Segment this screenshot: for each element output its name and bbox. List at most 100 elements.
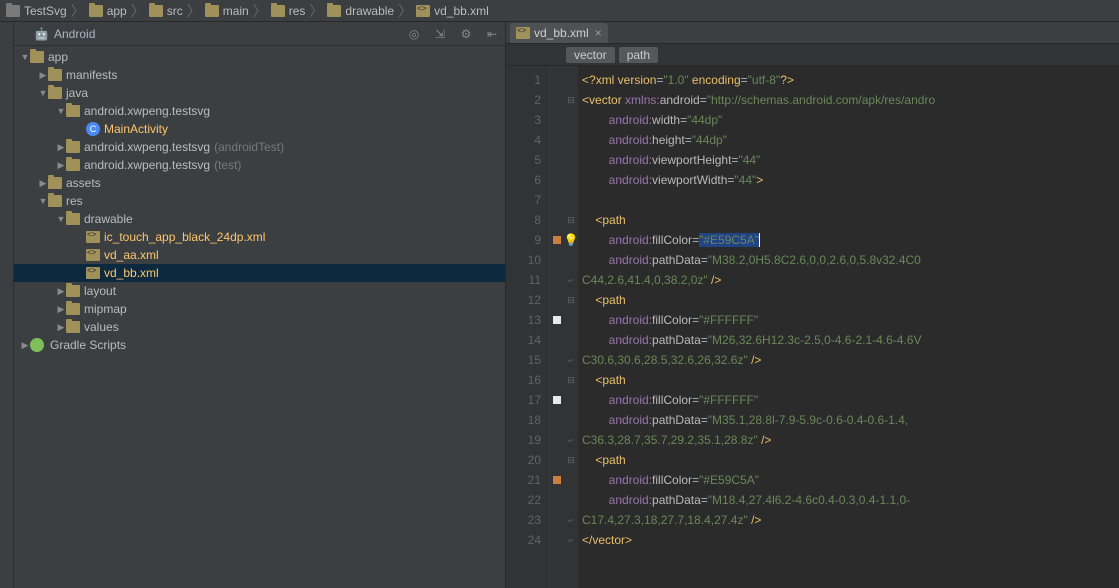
fold-toggle[interactable]: ⊟ xyxy=(564,90,578,110)
chevron-right-icon: 〉 xyxy=(185,1,203,21)
class-icon: C xyxy=(86,122,100,136)
breadcrumb-item[interactable]: TestSvg xyxy=(4,4,69,18)
chevron-right-icon: ▶ xyxy=(56,286,66,297)
folder-icon xyxy=(66,321,80,333)
folder-icon xyxy=(66,285,80,297)
tree-node-values[interactable]: ▶values xyxy=(14,318,505,336)
fold-end: ⌐ xyxy=(564,510,578,530)
gear-icon[interactable]: ⚙ xyxy=(457,25,475,43)
xml-file-icon xyxy=(416,5,430,17)
breadcrumb-item-active[interactable]: vd_bb.xml xyxy=(414,4,491,18)
fold-toggle[interactable]: ⊟ xyxy=(564,450,578,470)
folder-icon xyxy=(48,195,62,207)
folder-icon xyxy=(89,5,103,17)
chevron-right-icon: ▶ xyxy=(38,70,48,81)
tree-node-manifests[interactable]: ▶manifests xyxy=(14,66,505,84)
fold-end: ⌐ xyxy=(564,350,578,370)
xml-file-icon xyxy=(516,27,530,39)
folder-icon xyxy=(48,177,62,189)
xml-file-icon xyxy=(86,249,100,261)
project-view-selector[interactable]: Android xyxy=(54,27,95,41)
tree-node-package[interactable]: ▼android.xwpeng.testsvg xyxy=(14,102,505,120)
tree-node-gradle[interactable]: ▶Gradle Scripts xyxy=(14,336,505,354)
close-icon[interactable]: × xyxy=(595,26,602,40)
chevron-right-icon: ▶ xyxy=(56,322,66,333)
xml-file-icon xyxy=(86,231,100,243)
folder-icon xyxy=(48,69,62,81)
editor-area: vd_bb.xml× vector path 12345678910111213… xyxy=(506,22,1119,588)
chevron-right-icon: ▶ xyxy=(38,178,48,189)
fold-end: ⌐ xyxy=(564,530,578,550)
collapse-icon[interactable]: ⇲ xyxy=(431,25,449,43)
tree-node-app[interactable]: ▼app xyxy=(14,48,505,66)
tree-node-res[interactable]: ▼res xyxy=(14,192,505,210)
folder-icon xyxy=(66,303,80,315)
color-swatch-icon[interactable] xyxy=(553,476,561,484)
tree-node-assets[interactable]: ▶assets xyxy=(14,174,505,192)
project-panel: 🤖 Android ◎ ⇲ ⚙ ⇤ ▼app ▶manifests ▼java … xyxy=(14,22,506,588)
fold-end: ⌐ xyxy=(564,270,578,290)
tree-node-java[interactable]: ▼java xyxy=(14,84,505,102)
chevron-right-icon: 〉 xyxy=(251,1,269,21)
folder-icon xyxy=(48,87,62,99)
color-swatch-icon[interactable] xyxy=(553,236,561,244)
hide-icon[interactable]: ⇤ xyxy=(483,25,501,43)
folder-icon xyxy=(205,5,219,17)
color-swatch-icon[interactable] xyxy=(553,396,561,404)
breadcrumb-item[interactable]: drawable xyxy=(325,4,396,18)
bulb-icon[interactable]: 💡 xyxy=(564,230,579,250)
xml-file-icon xyxy=(86,267,100,279)
color-swatch-icon[interactable] xyxy=(553,316,561,324)
target-icon[interactable]: ◎ xyxy=(405,25,423,43)
tree-node-file[interactable]: vd_aa.xml xyxy=(14,246,505,264)
xml-crumb[interactable]: path xyxy=(619,47,658,63)
folder-icon xyxy=(6,5,20,17)
code-editor[interactable]: 123456789101112131415161718192021222324 … xyxy=(506,66,1119,588)
breadcrumb-item[interactable]: app xyxy=(87,4,129,18)
tree-node-class[interactable]: CMainActivity xyxy=(14,120,505,138)
tree-node-mipmap[interactable]: ▶mipmap xyxy=(14,300,505,318)
folder-icon xyxy=(271,5,285,17)
folder-icon xyxy=(30,51,44,63)
breadcrumb-item[interactable]: src xyxy=(147,4,185,18)
gradle-icon xyxy=(30,338,44,352)
xml-crumb[interactable]: vector xyxy=(566,47,615,63)
chevron-right-icon: ▶ xyxy=(56,160,66,171)
breadcrumb: TestSvg〉 app〉 src〉 main〉 res〉 drawable〉 … xyxy=(0,0,1119,22)
breadcrumb-item[interactable]: main xyxy=(203,4,251,18)
tree-node-file[interactable]: ic_touch_app_black_24dp.xml xyxy=(14,228,505,246)
chevron-down-icon: ▼ xyxy=(20,52,30,62)
chevron-right-icon: 〉 xyxy=(307,1,325,21)
fold-toggle[interactable]: ⊟ xyxy=(564,290,578,310)
tree-node-drawable[interactable]: ▼drawable xyxy=(14,210,505,228)
tree-node-package[interactable]: ▶android.xwpeng.testsvg(androidTest) xyxy=(14,138,505,156)
structure-breadcrumb: vector path xyxy=(506,44,1119,66)
folder-icon xyxy=(327,5,341,17)
folder-icon xyxy=(66,159,80,171)
tree-node-file-selected[interactable]: vd_bb.xml xyxy=(14,264,505,282)
marker-gutter xyxy=(550,66,564,588)
tree-node-layout[interactable]: ▶layout xyxy=(14,282,505,300)
chevron-down-icon: ▼ xyxy=(38,88,48,98)
code-content[interactable]: <?xml version="1.0" encoding="utf-8"?> <… xyxy=(578,66,1119,588)
chevron-down-icon: ▼ xyxy=(56,214,66,224)
chevron-right-icon: ▶ xyxy=(56,142,66,153)
folder-icon xyxy=(66,141,80,153)
chevron-right-icon: 〉 xyxy=(69,1,87,21)
tree-node-package[interactable]: ▶android.xwpeng.testsvg(test) xyxy=(14,156,505,174)
fold-toggle[interactable]: ⊟ xyxy=(564,210,578,230)
chevron-right-icon: ▶ xyxy=(20,340,30,351)
editor-tab[interactable]: vd_bb.xml× xyxy=(510,23,608,43)
editor-tabs: vd_bb.xml× xyxy=(506,22,1119,44)
project-tree[interactable]: ▼app ▶manifests ▼java ▼android.xwpeng.te… xyxy=(14,46,505,588)
project-panel-header: 🤖 Android ◎ ⇲ ⚙ ⇤ xyxy=(14,22,505,46)
android-icon: 🤖 xyxy=(34,27,48,41)
chevron-right-icon: ▶ xyxy=(56,304,66,315)
chevron-right-icon: 〉 xyxy=(129,1,147,21)
fold-end: ⌐ xyxy=(564,430,578,450)
chevron-down-icon: ▼ xyxy=(38,196,48,206)
fold-gutter: ⊟ ⊟ 💡 ⌐ ⊟ ⌐ ⊟ ⌐ ⊟ ⌐ ⌐ xyxy=(564,66,578,588)
folder-icon xyxy=(66,105,80,117)
fold-toggle[interactable]: ⊟ xyxy=(564,370,578,390)
breadcrumb-item[interactable]: res xyxy=(269,4,308,18)
